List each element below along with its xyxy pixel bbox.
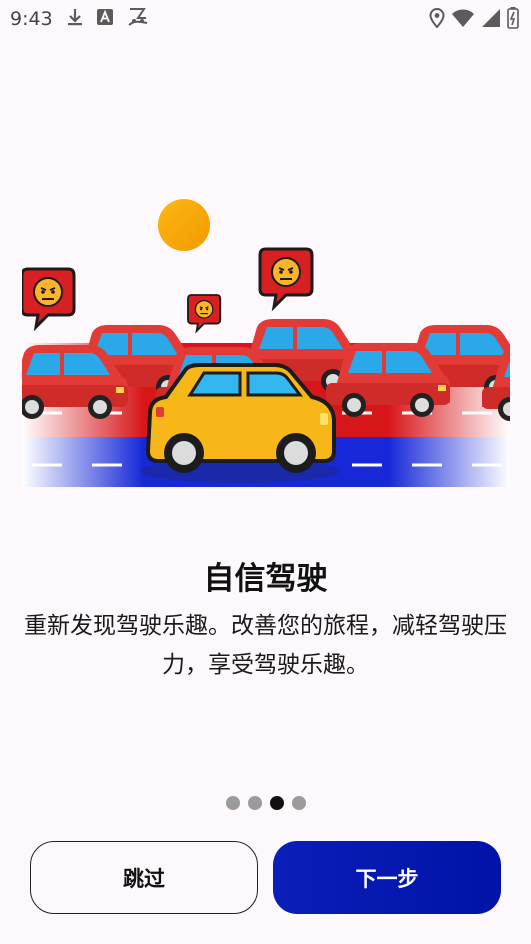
next-button[interactable]: 下一步 [273,841,501,914]
signal-icon [481,8,501,28]
text-a-icon [96,8,114,26]
skip-button-label: 跳过 [123,866,165,891]
onboarding-description: 重新发现驾驶乐趣。改善您的旅程，减轻驾驶压力，享受驾驶乐趣。 [24,613,507,678]
sun-icon [158,199,210,251]
status-left-icons [66,7,150,27]
angry-emoji-icon [187,294,222,332]
status-time: 9:43 [10,8,53,30]
status-bar: 9:43 [0,0,531,38]
status-right-icons [429,7,519,29]
download-icon [66,7,84,27]
page-dot-active[interactable] [269,796,284,810]
onboarding-title: 自信驾驶 [203,561,328,597]
skip-button[interactable]: 跳过 [30,841,258,914]
next-button-label: 下一步 [355,866,419,891]
angry-emoji-icon [258,247,314,309]
traffic-illustration [4,195,531,495]
angry-emoji-icon [20,267,76,329]
wifi-icon [451,8,475,28]
carrier-logo-icon [126,7,150,27]
page-indicator [0,796,531,810]
battery-icon [507,7,519,29]
onboarding-screen: 9:43 自信驾驶 重新发现驾驶乐趣。改善您的旅程，减轻驾驶压力，享受驾驶乐趣。… [0,0,531,944]
page-dot[interactable] [247,796,262,810]
page-dot[interactable] [291,796,306,810]
page-dot[interactable] [225,796,240,810]
location-pin-icon [429,8,445,28]
